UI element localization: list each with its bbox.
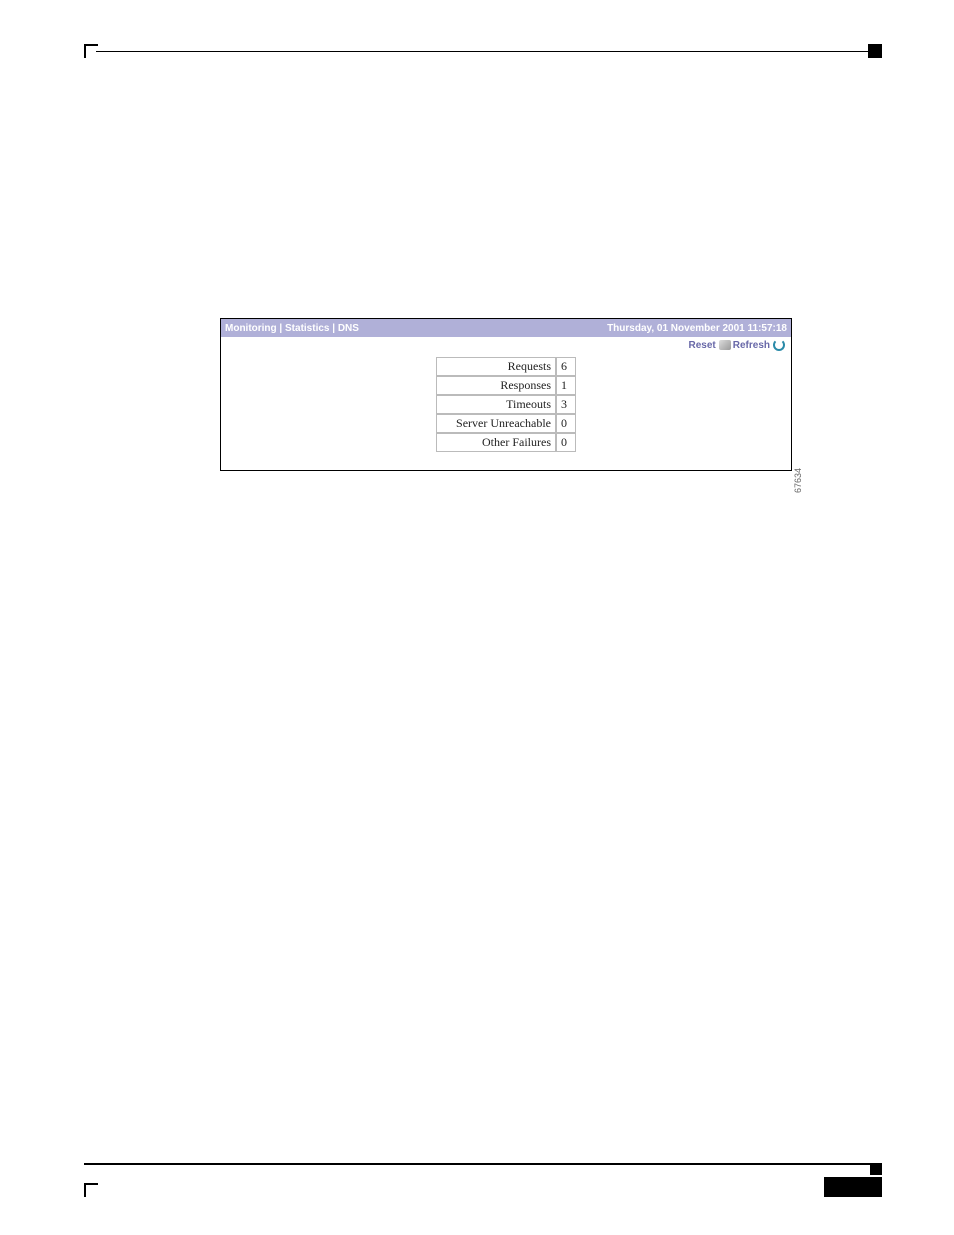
refresh-button[interactable]: Refresh [733,340,770,351]
figure-id: 67634 [793,468,803,493]
table-row: Timeouts 3 [436,395,576,414]
table-row: Server Unreachable 0 [436,414,576,433]
stats-table: Requests 6 Responses 1 Timeouts 3 Server… [436,357,576,452]
stat-value: 0 [556,433,576,452]
stat-value: 3 [556,395,576,414]
toolbar: Reset Refresh [221,337,791,353]
crop-mark-bottom-left [84,1183,98,1197]
breadcrumb: Monitoring | Statistics | DNS [225,323,359,334]
stat-label: Server Unreachable [436,414,556,433]
crop-mark-top-right [868,44,882,58]
stat-label: Requests [436,357,556,376]
crop-mark-bottom-right-small [870,1163,882,1175]
footer-rule [84,1163,870,1165]
stat-value: 6 [556,357,576,376]
stat-value: 0 [556,414,576,433]
stat-value: 1 [556,376,576,395]
panel-header: Monitoring | Statistics | DNS Thursday, … [221,319,791,337]
table-row: Requests 6 [436,357,576,376]
stat-label: Other Failures [436,433,556,452]
stat-label: Responses [436,376,556,395]
refresh-icon[interactable] [773,339,785,351]
table-row: Other Failures 0 [436,433,576,452]
stat-label: Timeouts [436,395,556,414]
page-container: Monitoring | Statistics | DNS Thursday, … [0,0,954,1235]
timestamp: Thursday, 01 November 2001 11:57:18 [607,323,787,334]
reset-button[interactable]: Reset [689,340,716,351]
header-rule [96,51,868,52]
stats-panel: Monitoring | Statistics | DNS Thursday, … [220,318,792,471]
footer-block [824,1177,882,1197]
reset-icon[interactable] [719,340,731,350]
table-row: Responses 1 [436,376,576,395]
